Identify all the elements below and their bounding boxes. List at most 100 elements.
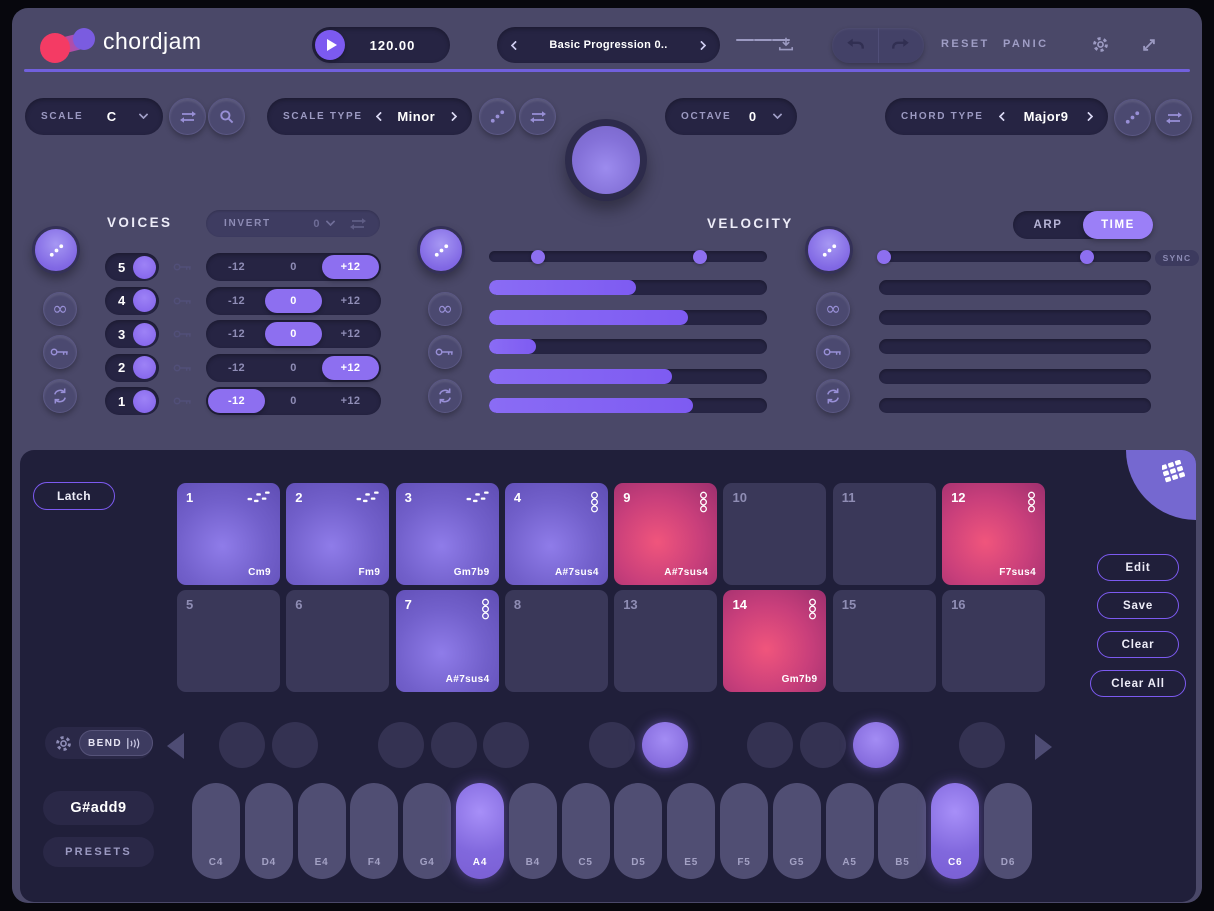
segment-option-0[interactable]: 0: [265, 356, 322, 380]
pad-3[interactable]: 3Gm7b9: [396, 483, 499, 585]
voices-cycle-button[interactable]: [43, 379, 77, 413]
time-bar[interactable]: [879, 339, 1151, 354]
velocity-bar[interactable]: [489, 310, 767, 325]
segment-option-+12[interactable]: +12: [322, 322, 379, 346]
white-key-F4[interactable]: F4: [350, 783, 398, 879]
segment-option--12[interactable]: -12: [208, 255, 265, 279]
key-lock-icon[interactable]: [173, 329, 193, 339]
invert-swap-icon[interactable]: [350, 217, 366, 231]
segment-option--12[interactable]: -12: [208, 356, 265, 380]
pad-10[interactable]: 10: [723, 483, 826, 585]
segment-option-+12[interactable]: +12: [322, 289, 379, 313]
pad-1[interactable]: 1Cm9: [177, 483, 280, 585]
segment-option-0[interactable]: 0: [265, 255, 322, 279]
velocity-cycle-button[interactable]: [428, 379, 462, 413]
latch-button[interactable]: Latch: [33, 482, 115, 510]
scale-type-selector[interactable]: SCALE TYPE Minor: [267, 98, 472, 135]
play-button[interactable]: [315, 30, 345, 60]
pad-5[interactable]: 5: [177, 590, 280, 692]
time-bar[interactable]: [879, 310, 1151, 325]
black-key-G#4[interactable]: [431, 722, 477, 768]
voices-infinity-button[interactable]: ∞: [43, 292, 77, 326]
white-key-D6[interactable]: D6: [984, 783, 1032, 879]
velocity-random-button[interactable]: [417, 226, 465, 274]
pad-13[interactable]: 13: [614, 590, 717, 692]
octave-right-arrow[interactable]: [1035, 734, 1052, 760]
black-key-G#5[interactable]: [800, 722, 846, 768]
white-key-E4[interactable]: E4: [298, 783, 346, 879]
range-handle[interactable]: [1080, 250, 1094, 264]
white-key-F5[interactable]: F5: [720, 783, 768, 879]
velocity-bar[interactable]: [489, 369, 767, 384]
key-lock-icon[interactable]: [173, 296, 193, 306]
white-key-C6[interactable]: C6: [931, 783, 979, 879]
pad-12[interactable]: 12F7sus4: [942, 483, 1045, 585]
pad-11[interactable]: 11: [833, 483, 936, 585]
segment-option-+12[interactable]: +12: [322, 255, 379, 279]
pad-8[interactable]: 8: [505, 590, 608, 692]
edit-button[interactable]: Edit: [1097, 554, 1179, 581]
voice-4-toggle[interactable]: 4: [105, 287, 159, 315]
octave-left-arrow[interactable]: [167, 733, 184, 759]
white-key-B5[interactable]: B5: [878, 783, 926, 879]
redo-button[interactable]: [878, 28, 925, 63]
pad-14[interactable]: 14Gm7b9: [723, 590, 826, 692]
segment-option-0[interactable]: 0: [265, 289, 322, 313]
chord-type-prev-icon[interactable]: [999, 112, 1009, 122]
time-infinity-button[interactable]: ∞: [816, 292, 850, 326]
scale-type-swap-button[interactable]: [519, 98, 556, 135]
velocity-infinity-button[interactable]: ∞: [428, 292, 462, 326]
voice-5-toggle[interactable]: 5: [105, 253, 159, 281]
black-key-C#4[interactable]: [219, 722, 265, 768]
black-key-F#4[interactable]: [378, 722, 424, 768]
velocity-key-lock-button[interactable]: [428, 335, 462, 369]
scale-selector[interactable]: SCALE C: [25, 98, 163, 135]
black-key-A#4[interactable]: [483, 722, 529, 768]
voice-3-toggle[interactable]: 3: [105, 320, 159, 348]
segment-option-+12[interactable]: +12: [322, 356, 379, 380]
white-key-G5[interactable]: G5: [773, 783, 821, 879]
scale-type-prev-icon[interactable]: [375, 112, 385, 122]
black-key-F#5[interactable]: [747, 722, 793, 768]
white-key-B4[interactable]: B4: [509, 783, 557, 879]
clear-button[interactable]: Clear: [1097, 631, 1179, 658]
white-key-D5[interactable]: D5: [614, 783, 662, 879]
voice-1-toggle[interactable]: 1: [105, 387, 159, 415]
velocity-bar[interactable]: [489, 280, 767, 295]
segment-option-0[interactable]: 0: [265, 389, 322, 413]
scale-detect-button[interactable]: [208, 98, 245, 135]
time-bar[interactable]: [879, 398, 1151, 413]
white-key-C5[interactable]: C5: [562, 783, 610, 879]
segment-option-+12[interactable]: +12: [322, 389, 379, 413]
segment-option--12[interactable]: -12: [208, 289, 265, 313]
voices-random-button[interactable]: [32, 226, 80, 274]
pad-6[interactable]: 6: [286, 590, 389, 692]
velocity-bar[interactable]: [489, 398, 767, 413]
white-key-A5[interactable]: A5: [826, 783, 874, 879]
bend-settings-gear-icon[interactable]: [55, 735, 72, 752]
pad-15[interactable]: 15: [833, 590, 936, 692]
preset-name[interactable]: Basic Progression 0..: [519, 39, 698, 51]
chord-type-random-button[interactable]: [1114, 99, 1151, 136]
reset-button[interactable]: RESET: [941, 38, 990, 50]
time-key-lock-button[interactable]: [816, 335, 850, 369]
black-key-C#5[interactable]: [589, 722, 635, 768]
range-handle[interactable]: [693, 250, 707, 264]
pad-2[interactable]: 2Fm9: [286, 483, 389, 585]
undo-button[interactable]: [832, 28, 878, 63]
black-key-D#5[interactable]: [642, 722, 688, 768]
black-key-A#5[interactable]: [853, 722, 899, 768]
black-key-D#4[interactable]: [272, 722, 318, 768]
settings-gear-icon[interactable]: [1092, 36, 1109, 53]
pad-16[interactable]: 16: [942, 590, 1045, 692]
scale-swap-button[interactable]: [169, 98, 206, 135]
sync-badge[interactable]: SYNC: [1155, 250, 1199, 266]
white-key-G4[interactable]: G4: [403, 783, 451, 879]
key-lock-icon[interactable]: [173, 262, 193, 272]
chord-type-next-icon[interactable]: [1084, 112, 1094, 122]
voices-key-lock-button[interactable]: [43, 335, 77, 369]
white-key-A4[interactable]: A4: [456, 783, 504, 879]
time-bar[interactable]: [879, 280, 1151, 295]
time-bar[interactable]: [879, 369, 1151, 384]
download-icon[interactable]: [778, 36, 794, 52]
